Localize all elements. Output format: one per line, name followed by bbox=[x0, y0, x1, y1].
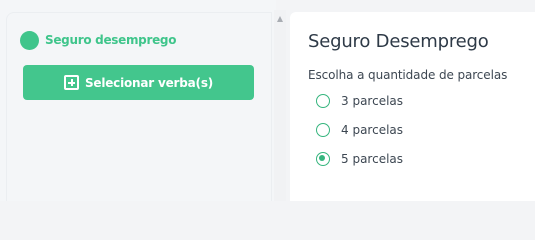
sidebar-item-seguro-desemprego[interactable]: Seguro desemprego bbox=[20, 30, 176, 50]
select-verbas-label: Selecionar verba(s) bbox=[84, 75, 214, 90]
select-verbas-button[interactable]: Selecionar verba(s) bbox=[23, 65, 254, 100]
panel-title: Seguro Desemprego bbox=[308, 31, 489, 52]
plus-square-icon bbox=[63, 75, 79, 90]
option-label: 3 parcelas bbox=[341, 94, 404, 108]
radio-5-parcelas[interactable] bbox=[316, 152, 330, 166]
scroll-up-arrow-icon[interactable] bbox=[277, 16, 283, 22]
option-label: 5 parcelas bbox=[341, 152, 404, 166]
radio-3-parcelas[interactable] bbox=[316, 94, 330, 108]
seguro-desemprego-panel: Seguro Desemprego Escolha a quantidade d… bbox=[290, 12, 535, 201]
sidebar-item-label: Seguro desemprego bbox=[45, 33, 177, 47]
status-dot-icon bbox=[20, 30, 39, 50]
radio-4-parcelas[interactable] bbox=[316, 123, 330, 137]
option-3-parcelas[interactable]: 3 parcelas bbox=[316, 93, 403, 109]
option-5-parcelas[interactable]: 5 parcelas bbox=[316, 151, 403, 167]
sidebar-scrollbar[interactable] bbox=[274, 10, 286, 201]
option-4-parcelas[interactable]: 4 parcelas bbox=[316, 122, 403, 138]
option-label: 4 parcelas bbox=[341, 123, 404, 137]
parcelas-question: Escolha a quantidade de parcelas bbox=[308, 68, 508, 82]
